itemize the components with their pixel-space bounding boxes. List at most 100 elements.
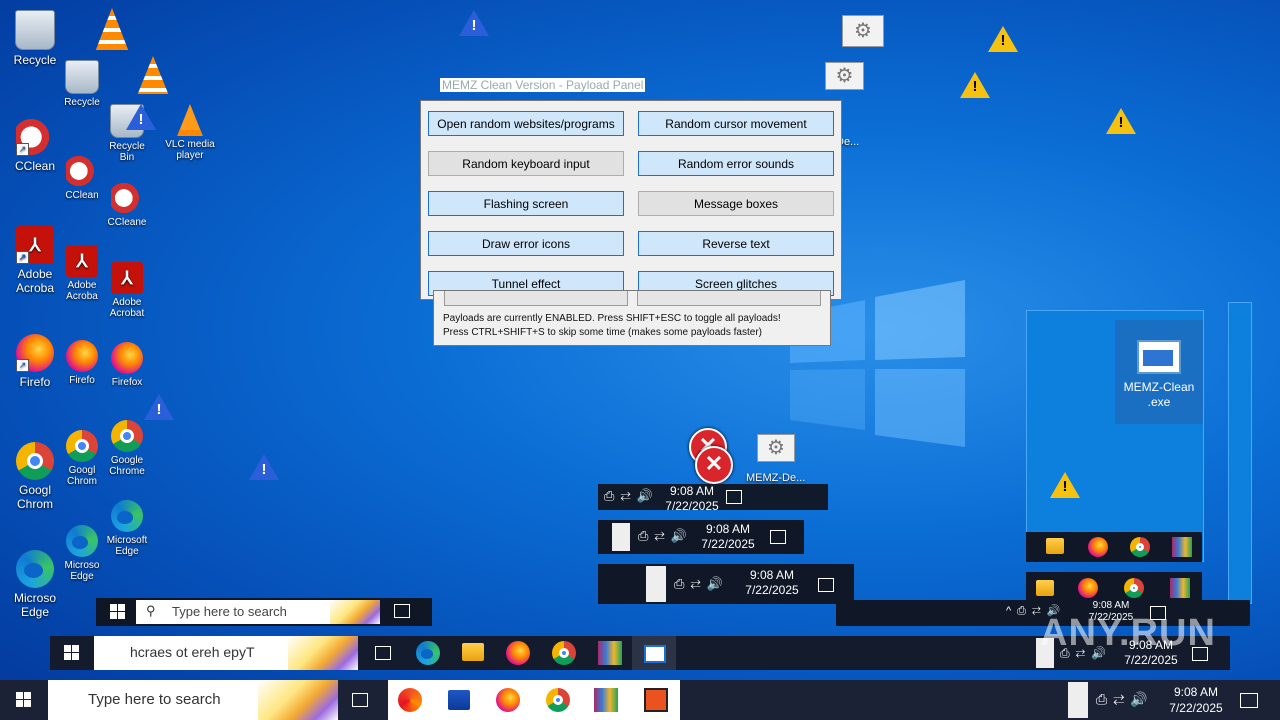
warning-icon: ! bbox=[1106, 108, 1136, 134]
payload-draw-error-icons-button[interactable]: Draw error icons bbox=[428, 231, 624, 256]
memz-payload-panel: Open random websites/programs Random cur… bbox=[420, 100, 842, 300]
reversed-search-text: hcraes ot ereh epyT bbox=[130, 644, 255, 660]
edge-icon bbox=[16, 550, 54, 588]
adobe-acrobat-icon: ⅄ bbox=[66, 245, 98, 277]
edge-icon[interactable] bbox=[416, 641, 440, 665]
firefox-icon bbox=[66, 340, 98, 372]
nested-taskbar-right-1 bbox=[1026, 532, 1202, 562]
taskbar-pinned-apps bbox=[388, 680, 680, 720]
ccleaner-icon bbox=[66, 155, 98, 187]
memz-icon bbox=[644, 645, 666, 663]
payload-reverse-text-button[interactable]: Reverse text bbox=[638, 231, 834, 256]
windows-start-icon[interactable] bbox=[16, 692, 32, 708]
executable-icon bbox=[1137, 340, 1181, 374]
windows-start-icon[interactable] bbox=[110, 604, 126, 620]
payload-flashing-screen-button[interactable]: Flashing screen bbox=[428, 191, 624, 216]
info-icon: ! bbox=[144, 394, 174, 420]
recycle-bin-icon bbox=[15, 10, 55, 50]
clock-time: 9:08 AM bbox=[1173, 685, 1219, 699]
memz-clean-label: MEMZ-Clean .exe bbox=[1123, 380, 1195, 409]
task-view-icon[interactable] bbox=[375, 646, 391, 660]
action-center-icon[interactable] bbox=[726, 490, 742, 504]
file-explorer-icon[interactable] bbox=[448, 690, 470, 710]
recycle-bin-icon bbox=[65, 60, 99, 94]
winrar-icon[interactable] bbox=[594, 688, 618, 712]
windows-start-icon[interactable] bbox=[64, 645, 80, 661]
desktop-icon-recycle-bin[interactable]: Recycle bbox=[4, 10, 66, 67]
file-explorer-icon[interactable] bbox=[1036, 580, 1054, 596]
tray-icons: ⎙⇄🔊 bbox=[638, 528, 693, 543]
gear-icon: ⚙ bbox=[757, 434, 795, 462]
chrome-icon[interactable] bbox=[546, 688, 570, 712]
desktop-icon-ccleaner-3[interactable]: CCleane bbox=[101, 182, 153, 228]
search-placeholder-small: Type here to search bbox=[172, 604, 287, 619]
search-icon: ⚲ bbox=[146, 603, 156, 618]
edge-icon bbox=[111, 500, 143, 532]
payload-random-keyboard-button[interactable]: Random keyboard input bbox=[428, 151, 624, 176]
action-center-icon[interactable] bbox=[1240, 693, 1258, 708]
nested-taskbar-3: ⎙⇄🔊 9:08 AM 7/22/2025 bbox=[598, 564, 854, 604]
action-center-icon[interactable] bbox=[818, 578, 834, 592]
search-box-reversed[interactable]: hcraes ot ereh epyT bbox=[94, 636, 358, 670]
warning-icon: ! bbox=[988, 26, 1018, 52]
chrome-icon[interactable] bbox=[1130, 537, 1150, 557]
payload-random-cursor-button[interactable]: Random cursor movement bbox=[638, 111, 834, 136]
panel-info-line-1: Payloads are currently ENABLED. Press SH… bbox=[443, 313, 781, 324]
clock-date: 7/22/2025 bbox=[1169, 701, 1223, 715]
adobe-acrobat-icon: ⅄ ↗ bbox=[16, 226, 54, 264]
chrome-icon bbox=[66, 430, 98, 462]
main-taskbar: Type here to search ⎙⇄🔊 9:08 AM 7/22/202… bbox=[0, 680, 1280, 720]
nested-taskbar-2: ⎙⇄🔊 9:08 AM 7/22/2025 bbox=[598, 520, 804, 554]
adobe-acrobat-icon: ⅄ bbox=[111, 262, 143, 294]
gear-icon: ⚙ bbox=[825, 62, 864, 90]
ccleaner-icon: ↗ bbox=[16, 118, 54, 156]
chrome-icon bbox=[16, 442, 54, 480]
warning-icon: ! bbox=[1050, 472, 1080, 498]
winrar-icon[interactable] bbox=[1172, 537, 1192, 557]
task-view-icon[interactable] bbox=[394, 604, 410, 618]
edge-icon bbox=[66, 525, 98, 557]
chrome-icon[interactable] bbox=[1124, 578, 1144, 598]
search-box[interactable]: Type here to search bbox=[48, 680, 338, 720]
panel-title: MEMZ Clean Version - Payload Panel bbox=[440, 78, 646, 92]
desktop-icon-recycle-bin-2[interactable]: Recycle bbox=[56, 60, 108, 108]
firefox-icon[interactable] bbox=[496, 688, 520, 712]
payload-open-random-websites-button[interactable]: Open random websites/programs bbox=[428, 111, 624, 136]
tray-icons: ⎙⇄🔊 bbox=[674, 576, 729, 591]
file-explorer-icon[interactable] bbox=[462, 643, 484, 661]
tray-icons: ⎙⇄🔊 bbox=[604, 488, 659, 503]
warning-icon: ! bbox=[960, 72, 990, 98]
desktop-icon-edge-3[interactable]: Microsoft Edge bbox=[101, 500, 153, 557]
desktop-icon-chrome-3[interactable]: Google Chrome bbox=[101, 420, 153, 477]
search-placeholder: Type here to search bbox=[88, 691, 221, 708]
file-explorer-icon[interactable] bbox=[1046, 538, 1064, 554]
winrar-icon[interactable] bbox=[1170, 578, 1190, 598]
firefox-icon: ↗ bbox=[16, 334, 54, 372]
info-icon: ! bbox=[249, 454, 279, 480]
desktop-icon-vlc[interactable]: VLC media player bbox=[164, 104, 216, 161]
payload-random-error-sounds-button[interactable]: Random error sounds bbox=[638, 151, 834, 176]
ghost-label: MEMZ-De... bbox=[746, 472, 806, 484]
memz-icon[interactable] bbox=[644, 688, 668, 712]
clock: 9:08 AM 7/22/2025 bbox=[701, 522, 755, 551]
search-box-small[interactable]: ⚲ Type here to search bbox=[136, 600, 380, 624]
vlc-cone-icon bbox=[95, 8, 129, 50]
chrome-icon[interactable] bbox=[552, 641, 576, 665]
memz-taskbar-item[interactable] bbox=[632, 636, 676, 670]
office-icon[interactable] bbox=[398, 688, 422, 712]
payload-message-boxes-button[interactable]: Message boxes bbox=[638, 191, 834, 216]
clock: 9:08 AM 7/22/2025 bbox=[745, 568, 799, 597]
firefox-icon[interactable] bbox=[506, 641, 530, 665]
info-icon: ! bbox=[459, 10, 489, 36]
firefox-icon[interactable] bbox=[1078, 578, 1098, 598]
firefox-icon[interactable] bbox=[1088, 537, 1108, 557]
winrar-icon[interactable] bbox=[598, 641, 622, 665]
ccleaner-icon bbox=[111, 182, 143, 214]
memz-clean-exe-icon[interactable]: MEMZ-Clean .exe bbox=[1115, 320, 1203, 424]
action-center-icon[interactable] bbox=[770, 530, 786, 544]
desktop-icon-firefox-3[interactable]: Firefox bbox=[101, 342, 153, 388]
desktop-icon-adobe-acrobat-3[interactable]: ⅄ Adobe Acrobat bbox=[101, 262, 153, 319]
panel-info-line-2: Press CTRL+SHIFT+S to skip some time (ma… bbox=[443, 327, 762, 338]
anyrun-watermark: ANY.RUN bbox=[1040, 612, 1216, 654]
task-view-icon[interactable] bbox=[352, 693, 368, 707]
